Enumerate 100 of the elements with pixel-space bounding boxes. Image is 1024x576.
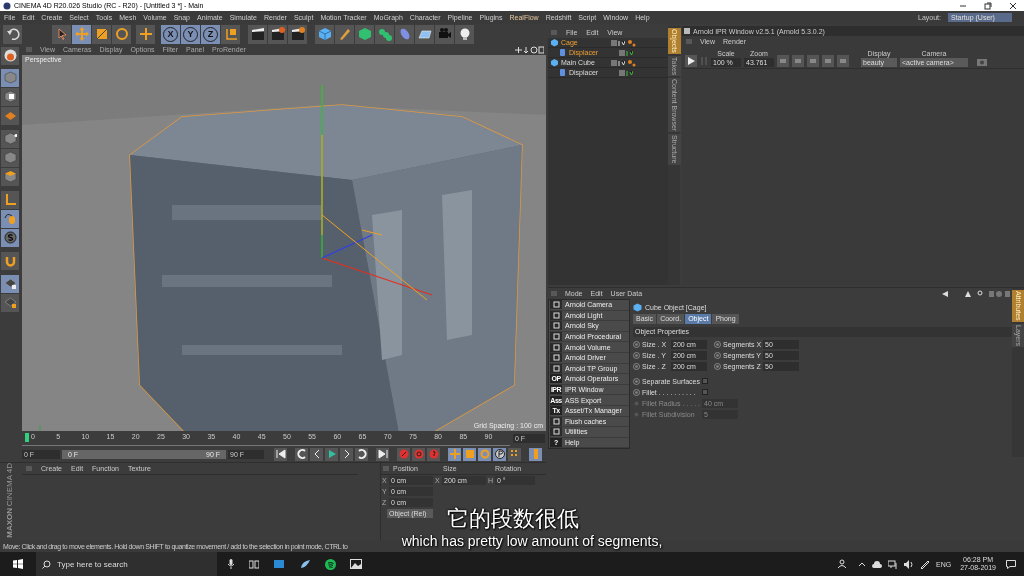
animation-dot-icon[interactable] [633,377,640,385]
tweak-button[interactable] [1,209,19,228]
lock-workplane-icon [3,277,17,291]
show-hidden-icons-icon[interactable] [858,561,866,567]
floor-icon [417,27,432,42]
animation-dot-icon[interactable] [714,340,721,348]
playhead[interactable] [25,432,29,442]
notifications-icon[interactable] [1006,559,1016,569]
select-button[interactable] [52,24,71,44]
people-icon[interactable] [838,559,848,569]
texture-mode-button[interactable] [1,87,19,106]
animation-dot-icon[interactable] [633,410,640,418]
position-key-button[interactable] [448,447,461,461]
restore-icon[interactable] [983,1,993,10]
go-to-start-button[interactable] [274,447,287,461]
app-window-icon[interactable] [273,559,285,569]
edges-mode-icon [3,151,17,165]
coordinate-system-icon [223,27,238,42]
autokey-button[interactable] [412,447,425,461]
light-button[interactable] [455,24,474,44]
polygons-mode-icon [3,170,17,184]
feather-icon[interactable] [299,559,311,569]
task-view-icon[interactable] [249,559,259,569]
cube-icon [317,27,332,42]
cube-button[interactable] [315,24,334,44]
previous-key-button[interactable] [295,447,308,461]
go-to-end-button[interactable] [376,447,389,461]
pen-button[interactable] [335,24,354,44]
points-mode-button[interactable] [1,129,19,148]
workplane-button[interactable] [1,106,19,125]
music-app-icon[interactable] [325,558,336,570]
add-button[interactable] [136,24,155,44]
subdivision-button[interactable] [355,24,374,44]
animation-dot-icon[interactable] [633,362,640,370]
animation-dot-icon[interactable] [633,399,640,407]
cloud-icon[interactable] [872,560,882,568]
keyframe-selection-button[interactable] [427,447,440,461]
next-frame-button[interactable] [340,447,353,461]
animation-dot-icon[interactable] [714,362,721,370]
edges-mode-button[interactable] [1,148,19,167]
volume-icon[interactable] [904,559,914,569]
coordinate-system-button[interactable] [221,24,240,44]
cube-icon [550,58,559,67]
planar-workplane-button[interactable] [1,293,19,312]
snap-button[interactable] [1,251,19,270]
photos-icon[interactable] [350,559,362,569]
product-logo: CINEMA 4D [6,463,14,507]
search-icon [42,559,51,569]
next-key-button[interactable] [355,447,368,461]
play-icon [326,449,337,460]
model-mode-icon [3,49,17,63]
app-logo-icon [3,1,11,10]
axis-lock-button[interactable]: Z [201,24,220,44]
play-button[interactable] [685,55,697,67]
render-settings-button[interactable] [288,24,307,44]
attribute-tools-icon[interactable] [942,289,1010,298]
pen-icon[interactable] [920,559,930,569]
windows-start-icon[interactable] [13,559,23,569]
deformer-button[interactable] [395,24,414,44]
polygons-mode-button[interactable] [1,167,19,186]
animation-dot-icon[interactable] [633,351,640,359]
microphone-icon[interactable] [227,559,235,569]
axis-lock-button[interactable]: X [161,24,180,44]
scale-key-button[interactable] [463,447,476,461]
animation-dot-icon[interactable] [714,351,721,359]
lock-workplane-button[interactable] [1,274,19,293]
animation-dot-icon[interactable] [633,388,640,396]
network-icon[interactable] [888,559,898,569]
point-level-button[interactable] [508,447,521,461]
deformer-icon [558,48,567,57]
parameter-key-button[interactable] [493,447,506,461]
search-box[interactable]: Type here to search [36,552,217,576]
previous-frame-button[interactable] [310,447,323,461]
subdivision-icon [357,27,372,42]
checkbox[interactable] [702,378,708,384]
timeline-button[interactable] [529,447,542,461]
rotate-button[interactable] [112,24,131,44]
animation-dot-icon[interactable] [633,340,640,348]
cloner-button[interactable] [375,24,394,44]
render-view-button[interactable] [248,24,267,44]
object-mode-button[interactable] [1,68,19,87]
play-button[interactable] [325,447,338,461]
grip-icon [26,465,32,473]
view-controls-icon[interactable] [514,45,544,54]
axis-lock-button[interactable]: Y [181,24,200,44]
snapshot-icon[interactable] [977,57,987,66]
scale-button[interactable] [92,24,111,44]
floor-button[interactable] [415,24,434,44]
axis-mode-button[interactable] [1,190,19,209]
render-picture-button[interactable] [268,24,287,44]
move-button[interactable] [72,24,91,44]
add-icon [138,27,153,42]
model-mode-button[interactable] [1,46,19,65]
solo-button[interactable] [1,228,19,247]
record-button[interactable] [397,447,410,461]
close-icon[interactable] [1008,1,1018,10]
undo-button[interactable] [3,24,22,44]
rotation-key-button[interactable] [478,447,491,461]
search-field[interactable]: Type here to search [57,557,207,571]
checkbox[interactable] [702,389,708,395]
